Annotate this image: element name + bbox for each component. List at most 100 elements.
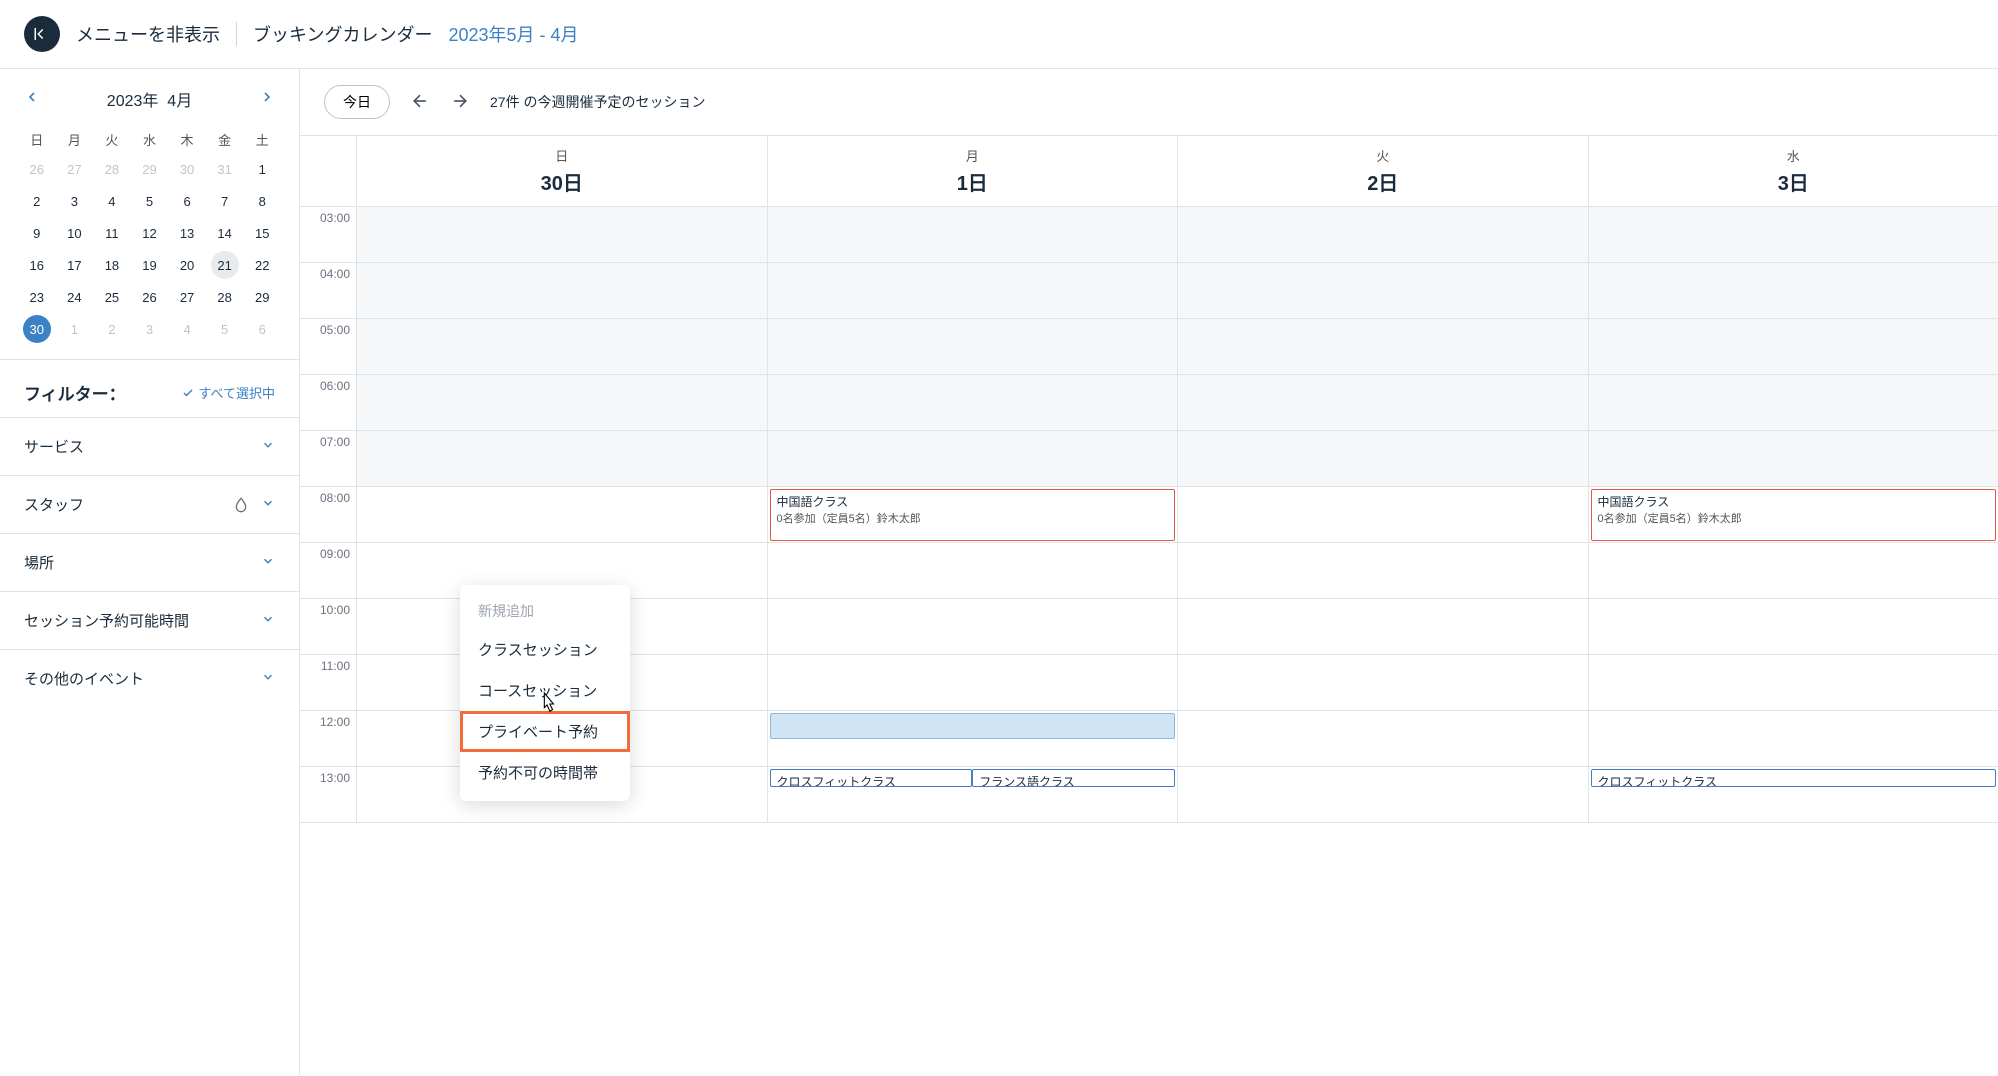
mini-cal-day[interactable]: 28	[98, 155, 126, 183]
hour-cell[interactable]	[768, 263, 1178, 319]
hour-cell[interactable]	[768, 375, 1178, 431]
mini-cal-day[interactable]: 21	[211, 251, 239, 279]
mini-cal-next[interactable]	[255, 85, 279, 112]
hour-cell[interactable]	[1589, 431, 1998, 487]
hour-cell[interactable]	[768, 207, 1178, 263]
mini-cal-day[interactable]: 7	[211, 187, 239, 215]
mini-cal-day[interactable]: 2	[23, 187, 51, 215]
hour-cell[interactable]	[1178, 767, 1588, 823]
hour-cell[interactable]	[1178, 543, 1588, 599]
day-column[interactable]: 中国語クラス0名参加（定員5名）鈴木太郎クロスフィットクラスフランス語クラス	[767, 207, 1178, 823]
hide-menu-label[interactable]: メニューを非表示	[76, 21, 220, 47]
calendar-event[interactable]: フランス語クラス	[972, 769, 1175, 787]
hour-cell[interactable]	[1178, 431, 1588, 487]
mini-cal-day[interactable]: 15	[248, 219, 276, 247]
mini-cal-day[interactable]: 24	[60, 283, 88, 311]
mini-cal-day[interactable]: 6	[173, 187, 201, 215]
hour-cell[interactable]	[1178, 487, 1588, 543]
prev-week[interactable]	[410, 91, 430, 114]
hour-cell[interactable]	[1589, 711, 1998, 767]
mini-cal-day[interactable]: 19	[135, 251, 163, 279]
mini-cal-day[interactable]: 14	[211, 219, 239, 247]
mini-cal-day[interactable]: 13	[173, 219, 201, 247]
calendar-event[interactable]: 中国語クラス0名参加（定員5名）鈴木太郎	[1591, 489, 1997, 541]
hour-cell[interactable]	[768, 319, 1178, 375]
mini-cal-day[interactable]: 5	[135, 187, 163, 215]
hour-cell[interactable]	[1589, 263, 1998, 319]
mini-cal-day[interactable]: 3	[60, 187, 88, 215]
hour-cell[interactable]	[357, 375, 767, 431]
calendar-event[interactable]: 中国語クラス0名参加（定員5名）鈴木太郎	[770, 489, 1176, 541]
hour-cell[interactable]	[357, 487, 767, 543]
hour-cell[interactable]	[1178, 207, 1588, 263]
mini-cal-day[interactable]: 29	[248, 283, 276, 311]
hour-cell[interactable]	[1178, 319, 1588, 375]
hour-cell[interactable]	[357, 431, 767, 487]
mini-cal-day[interactable]: 4	[173, 315, 201, 343]
calendar-event[interactable]: クロスフィットクラス	[770, 769, 973, 787]
hour-cell[interactable]	[768, 543, 1178, 599]
mini-cal-day[interactable]: 28	[211, 283, 239, 311]
hour-cell[interactable]	[1178, 263, 1588, 319]
mini-cal-day[interactable]: 25	[98, 283, 126, 311]
hour-cell[interactable]	[1589, 543, 1998, 599]
mini-cal-day[interactable]: 26	[135, 283, 163, 311]
hour-cell[interactable]	[1589, 655, 1998, 711]
mini-cal-day[interactable]: 2	[98, 315, 126, 343]
mini-cal-day[interactable]: 30	[173, 155, 201, 183]
mini-cal-day[interactable]: 9	[23, 219, 51, 247]
hour-cell[interactable]	[768, 431, 1178, 487]
filter-item[interactable]: 場所	[0, 533, 299, 591]
mini-cal-day[interactable]: 27	[173, 283, 201, 311]
hour-cell[interactable]	[357, 263, 767, 319]
mini-cal-day[interactable]: 18	[98, 251, 126, 279]
filter-select-all[interactable]: すべて選択中	[182, 383, 275, 402]
mini-cal-day[interactable]: 3	[135, 315, 163, 343]
mini-cal-day[interactable]: 20	[173, 251, 201, 279]
day-column[interactable]	[1177, 207, 1588, 823]
mini-cal-day[interactable]: 22	[248, 251, 276, 279]
hour-cell[interactable]	[1178, 655, 1588, 711]
hour-cell[interactable]	[1589, 375, 1998, 431]
mini-cal-day[interactable]: 29	[135, 155, 163, 183]
mini-cal-day[interactable]: 31	[211, 155, 239, 183]
mini-cal-day[interactable]: 1	[60, 315, 88, 343]
next-week[interactable]	[450, 91, 470, 114]
mini-cal-day[interactable]: 23	[23, 283, 51, 311]
mini-cal-day[interactable]: 17	[60, 251, 88, 279]
hour-cell[interactable]	[1178, 375, 1588, 431]
hour-cell[interactable]	[1178, 711, 1588, 767]
selected-slot[interactable]	[770, 713, 1176, 739]
hour-cell[interactable]	[1178, 599, 1588, 655]
mini-cal-prev[interactable]	[20, 85, 44, 112]
mini-cal-day[interactable]: 6	[248, 315, 276, 343]
context-menu-item[interactable]: 予約不可の時間帯	[460, 752, 630, 793]
mini-cal-day[interactable]: 5	[211, 315, 239, 343]
today-button[interactable]: 今日	[324, 85, 390, 119]
hour-cell[interactable]	[768, 599, 1178, 655]
hour-cell[interactable]	[768, 655, 1178, 711]
calendar-event[interactable]: クロスフィットクラス	[1591, 769, 1997, 787]
mini-cal-day[interactable]: 26	[23, 155, 51, 183]
day-column[interactable]: 中国語クラス0名参加（定員5名）鈴木太郎クロスフィットクラス	[1588, 207, 1998, 823]
collapse-menu-button[interactable]	[24, 16, 60, 52]
mini-cal-day[interactable]: 8	[248, 187, 276, 215]
mini-cal-day[interactable]: 11	[98, 219, 126, 247]
week-calendar[interactable]: 日30日月1日火2日水3日 03:0004:0005:0006:0007:000…	[300, 135, 1998, 1075]
mini-cal-day[interactable]: 4	[98, 187, 126, 215]
mini-cal-day[interactable]: 30	[23, 315, 51, 343]
hour-cell[interactable]	[357, 319, 767, 375]
mini-cal-day[interactable]: 1	[248, 155, 276, 183]
mini-cal-day[interactable]: 27	[60, 155, 88, 183]
hour-cell[interactable]	[357, 207, 767, 263]
context-menu-item[interactable]: クラスセッション	[460, 629, 630, 670]
hour-cell[interactable]	[1589, 319, 1998, 375]
filter-item[interactable]: その他のイベント	[0, 649, 299, 707]
filter-item[interactable]: スタッフ	[0, 475, 299, 533]
hour-cell[interactable]	[1589, 207, 1998, 263]
filter-item[interactable]: サービス	[0, 417, 299, 475]
mini-cal-day[interactable]: 16	[23, 251, 51, 279]
mini-cal-day[interactable]: 10	[60, 219, 88, 247]
hour-cell[interactable]	[1589, 599, 1998, 655]
mini-cal-day[interactable]: 12	[135, 219, 163, 247]
